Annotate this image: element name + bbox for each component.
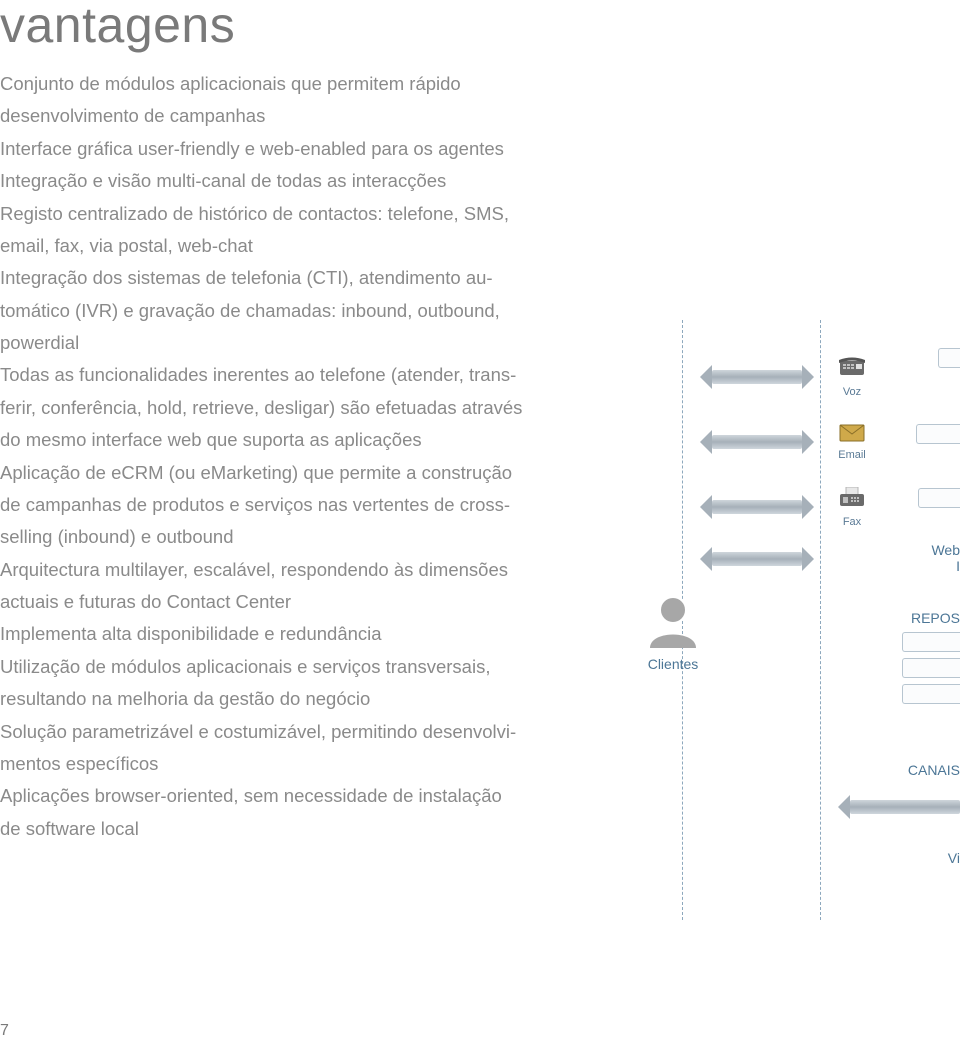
arrow-icon [712,552,802,566]
edge-box [902,658,960,678]
text-line: Aplicações browser-oriented, sem necessi… [0,780,560,812]
arrow-icon [712,370,802,384]
text-line: desenvolvimento de campanhas [0,100,560,132]
channel-voz: Voz [831,358,873,396]
edge-label-repos: REPOS [911,610,960,626]
section-title: vantagens [0,0,560,50]
channel-label: Email [838,449,866,461]
text-line: Arquitectura multilayer, escalável, resp… [0,554,560,586]
text-line: Integração e visão multi-canal de todas … [0,165,560,197]
text-line: resultando na melhoria da gestão do negó… [0,683,560,715]
text-line: Interface gráfica user-friendly e web-en… [0,133,560,165]
user-avatar-icon [642,590,704,652]
fax-icon [838,487,866,514]
edge-box [902,684,960,704]
arrow-icon [712,500,802,514]
edge-label-vi: Vi [948,850,960,866]
channel-label: Voz [843,386,861,398]
page-number: 7 [0,1022,9,1040]
edge-box [938,348,960,368]
clientes-node: Clientes [598,590,748,672]
divider-line [820,320,821,920]
text-line: Solução parametrizável e costumizável, p… [0,716,560,748]
text-line: de campanhas de produtos e serviços nas … [0,489,560,521]
text-line: mentos específicos [0,748,560,780]
text-line: selling (inbound) e outbound [0,521,560,553]
text-line: ferir, conferência, hold, retrieve, desl… [0,392,560,424]
text-line: tomático (IVR) e gravação de chamadas: i… [0,295,560,327]
edge-box [916,424,960,444]
channel-email: Email [831,423,873,461]
clientes-label: Clientes [598,656,748,672]
envelope-icon [839,424,865,447]
channel-label: Fax [843,516,861,528]
channel-fax: Fax [831,488,873,526]
architecture-diagram: Voz Email Fax [650,320,960,920]
edge-label-web2: I [956,558,960,574]
text-line: do mesmo interface web que suporta as ap… [0,424,560,456]
text-line: Conjunto de módulos aplicacionais que pe… [0,68,560,100]
arrow-icon [850,800,960,814]
text-line: Aplicação de eCRM (ou eMarketing) que pe… [0,457,560,489]
edge-box [902,632,960,652]
text-line: Utilização de módulos aplicacionais e se… [0,651,560,683]
text-line: email, fax, via postal, web-chat [0,230,560,262]
edge-label-canais: CANAIS [908,762,960,778]
text-line: Registo centralizado de histórico de con… [0,198,560,230]
text-line: Todas as funcionalidades inerentes ao te… [0,359,560,391]
text-line: actuais e futuras do Contact Center [0,586,560,618]
text-line: de software local [0,813,560,845]
edge-label-web: Web [931,542,960,558]
phone-keypad-icon [839,357,865,384]
arrow-icon [712,435,802,449]
body-text: Conjunto de módulos aplicacionais que pe… [0,68,560,845]
text-line: Implementa alta disponibilidade e redund… [0,618,560,650]
text-line: powerdial [0,327,560,359]
text-line: Integração dos sistemas de telefonia (CT… [0,262,560,294]
edge-box [918,488,960,508]
